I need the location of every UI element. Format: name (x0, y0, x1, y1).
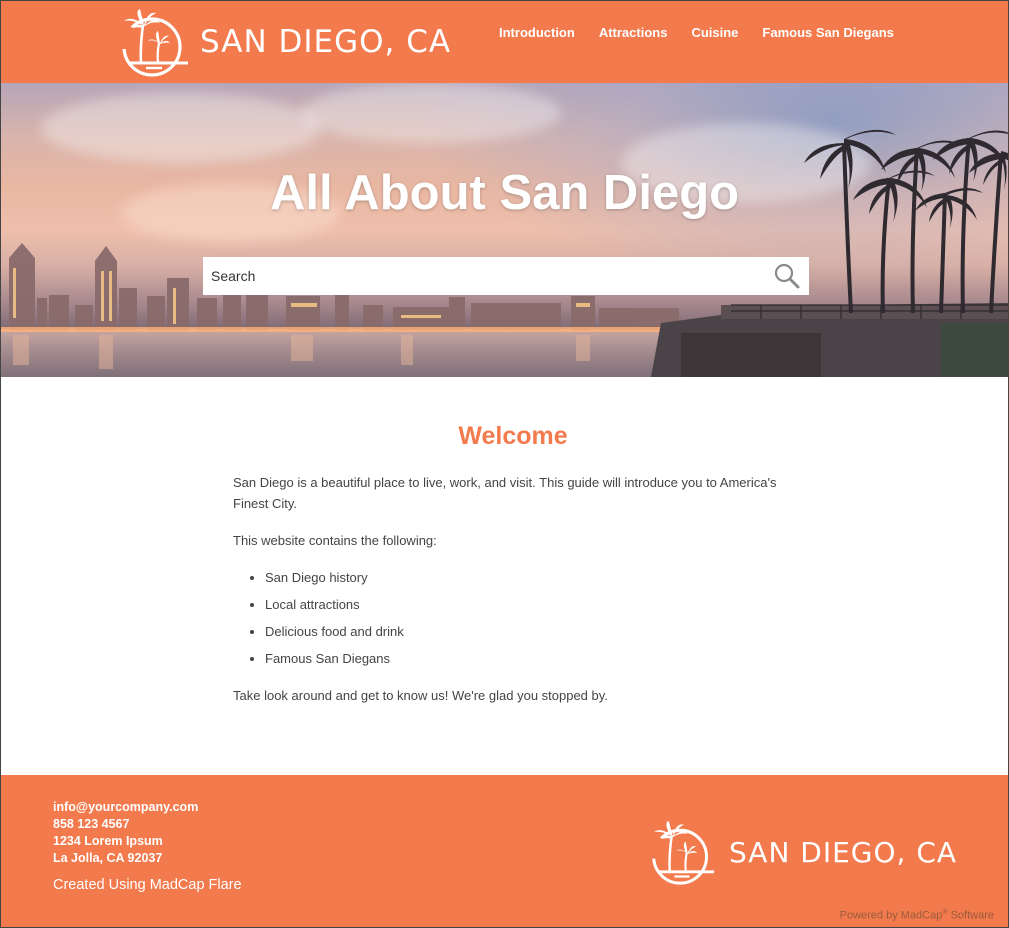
footer-logo-text: SAN DIEGO, CA (729, 835, 958, 869)
page-title: Welcome (458, 422, 568, 450)
top-header: SAN DIEGO, CA Introduction Attractions C… (1, 1, 1008, 83)
list-item: Local attractions (265, 594, 793, 615)
created-with-note: Created Using MadCap Flare (53, 877, 242, 893)
search-button[interactable] (765, 257, 809, 295)
footer-logo: SAN DIEGO, CA (647, 819, 957, 885)
powered-by-suffix: Software (947, 909, 994, 922)
contact-address-line1: 1234 Lorem Ipsum (53, 834, 163, 848)
main-nav: Introduction Attractions Cuisine Famous … (499, 25, 918, 41)
contact-email[interactable]: info@yourcompany.com (53, 799, 198, 816)
nav-item-introduction[interactable]: Introduction (499, 25, 575, 41)
site-footer: info@yourcompany.com 858 123 4567 1234 L… (1, 775, 1008, 927)
contact-info: info@yourcompany.com 858 123 4567 1234 L… (53, 799, 198, 867)
search-icon (774, 263, 800, 289)
search-bar (203, 257, 809, 295)
hero-banner: All About San Diego (1, 83, 1008, 377)
contains-paragraph: This website contains the following: (233, 533, 437, 548)
nav-item-attractions[interactable]: Attractions (599, 25, 668, 41)
intro-paragraph: San Diego is a beautiful place to live, … (233, 475, 777, 511)
search-input[interactable] (203, 257, 765, 295)
site-logo[interactable]: SAN DIEGO, CA (118, 7, 451, 77)
contact-phone: 858 123 4567 (53, 817, 130, 831)
logo-text: SAN DIEGO, CA (200, 24, 452, 60)
hero-title-text: All About San Diego (269, 166, 740, 220)
palm-tree-logo-icon (118, 9, 188, 77)
feature-list: San Diego history Local attractions Deli… (265, 567, 793, 669)
closing-paragraph: Take look around and get to know us! We'… (233, 688, 608, 703)
list-item: Famous San Diegans (265, 648, 793, 669)
nav-item-cuisine[interactable]: Cuisine (691, 25, 738, 41)
contact-address-line2: La Jolla, CA 92037 (53, 851, 163, 865)
nav-item-famous-san-diegans[interactable]: Famous San Diegans (762, 25, 893, 41)
powered-by-link[interactable]: Powered by MadCap® Software (840, 909, 994, 922)
palm-tree-logo-icon (648, 820, 715, 885)
list-item: San Diego history (265, 567, 793, 588)
main-content: Welcome San Diego is a beautiful place t… (233, 421, 793, 722)
skyline-illustration (1, 129, 1008, 377)
powered-by-text: Powered by MadCap (839, 909, 943, 922)
list-item: Delicious food and drink (265, 621, 793, 642)
hero-title: All About San Diego (1, 165, 1008, 221)
